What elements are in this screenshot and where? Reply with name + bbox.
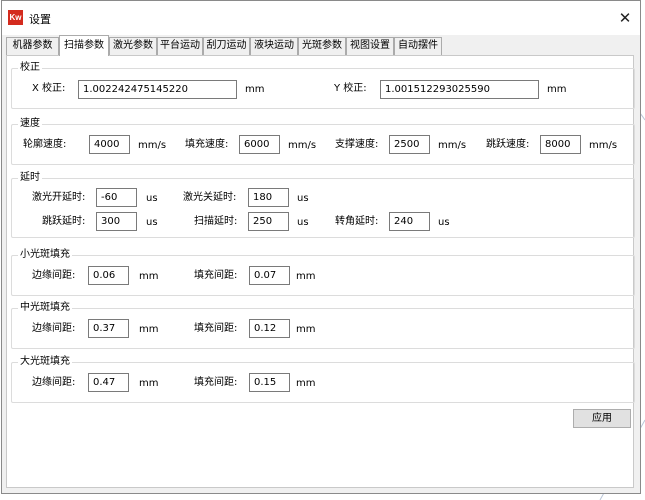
medium-edge-spacing-input[interactable] — [88, 319, 129, 338]
close-icon: ✕ — [618, 9, 632, 27]
medium-edge-spacing-label: 边缘间距: — [32, 323, 76, 334]
close-button[interactable]: ✕ — [612, 5, 638, 31]
y-calibration-unit: mm — [547, 84, 567, 95]
jump-speed-label: 跳跃速度: — [486, 139, 530, 150]
apply-button[interactable]: 应用 — [573, 409, 631, 428]
jump-speed-unit: mm/s — [589, 140, 618, 151]
window-title: 设置 — [29, 13, 51, 26]
settings-dialog: Kw 设置 ✕ 机器参数 扫描参数 激光参数 平台运动 刮刀运动 液块运动 光斑… — [1, 0, 641, 494]
calibration-group: 校正 X 校正: mm Y 校正: mm — [11, 62, 635, 109]
medium-fill-spacing-label: 填充间距: — [194, 323, 238, 334]
contour-speed-unit: mm/s — [138, 140, 167, 151]
large-fill-spacing-unit: mm — [296, 378, 316, 389]
tab-laser-params[interactable]: 激光参数 — [109, 37, 157, 55]
title-bar: Kw 设置 ✕ — [2, 1, 640, 35]
corner-delay-unit: us — [438, 217, 450, 228]
medium-fill-spacing-input[interactable] — [249, 319, 290, 338]
x-calibration-unit: mm — [245, 84, 265, 95]
scan-delay-unit: us — [297, 217, 309, 228]
tab-auto-placement[interactable]: 自动摆件 — [394, 37, 442, 55]
fill-speed-unit: mm/s — [288, 140, 317, 151]
tab-machine-params[interactable]: 机器参数 — [6, 37, 59, 55]
speed-group: 速度 轮廓速度: mm/s 填充速度: mm/s 支撑速度: mm/s 跳跃速度… — [11, 118, 635, 165]
delay-group-title: 延时 — [18, 172, 42, 184]
tab-scraper-motion[interactable]: 刮刀运动 — [203, 37, 250, 55]
scan-params-panel: 校正 X 校正: mm Y 校正: mm 速度 轮廓速度: mm/s 填充速度:… — [6, 55, 635, 488]
corner-delay-input[interactable] — [389, 212, 430, 231]
jump-delay-label: 跳跃延时: — [42, 216, 86, 227]
medium-fill-spacing-unit: mm — [296, 324, 316, 335]
small-edge-spacing-label: 边缘间距: — [32, 270, 76, 281]
support-speed-unit: mm/s — [438, 140, 467, 151]
tab-spot-params[interactable]: 光斑参数 — [298, 37, 346, 55]
laser-on-delay-input[interactable] — [96, 188, 137, 207]
large-edge-spacing-input[interactable] — [88, 373, 129, 392]
medium-edge-spacing-unit: mm — [139, 324, 159, 335]
y-calibration-label: Y 校正: — [334, 83, 367, 94]
large-edge-spacing-unit: mm — [139, 378, 159, 389]
jump-delay-input[interactable] — [96, 212, 137, 231]
scan-delay-label: 扫描延时: — [194, 216, 238, 227]
contour-speed-label: 轮廓速度: — [23, 139, 67, 150]
laser-on-delay-unit: us — [146, 193, 158, 204]
large-fill-spacing-label: 填充间距: — [194, 377, 238, 388]
large-spot-fill-group: 大光斑填充 边缘间距: mm 填充间距: mm — [11, 356, 635, 403]
large-spot-fill-title: 大光斑填充 — [18, 356, 72, 368]
small-fill-spacing-unit: mm — [296, 271, 316, 282]
laser-off-delay-input[interactable] — [248, 188, 289, 207]
x-calibration-input[interactable] — [78, 80, 237, 99]
app-logo-icon: Kw — [8, 10, 23, 25]
small-fill-spacing-input[interactable] — [249, 266, 290, 285]
calibration-group-title: 校正 — [18, 62, 42, 74]
small-spot-fill-title: 小光斑填充 — [18, 249, 72, 261]
corner-delay-label: 转角延时: — [335, 216, 379, 227]
fill-speed-label: 填充速度: — [185, 139, 229, 150]
fill-speed-input[interactable] — [239, 135, 280, 154]
laser-on-delay-label: 激光开延时: — [32, 192, 86, 203]
large-fill-spacing-input[interactable] — [249, 373, 290, 392]
large-edge-spacing-label: 边缘间距: — [32, 377, 76, 388]
speed-group-title: 速度 — [18, 118, 42, 130]
small-edge-spacing-unit: mm — [139, 271, 159, 282]
medium-spot-fill-group: 中光斑填充 边缘间距: mm 填充间距: mm — [11, 302, 635, 349]
small-fill-spacing-label: 填充间距: — [194, 270, 238, 281]
jump-delay-unit: us — [146, 217, 158, 228]
laser-off-delay-label: 激光关延时: — [183, 192, 237, 203]
tab-platform-motion[interactable]: 平台运动 — [157, 37, 203, 55]
delay-group: 延时 激光开延时: us 激光关延时: us 跳跃延时: us 扫描延时: us… — [11, 172, 635, 238]
tab-block-motion[interactable]: 液块运动 — [250, 37, 298, 55]
laser-off-delay-unit: us — [297, 193, 309, 204]
medium-spot-fill-title: 中光斑填充 — [18, 302, 72, 314]
tab-scan-params[interactable]: 扫描参数 — [59, 35, 109, 56]
contour-speed-input[interactable] — [89, 135, 130, 154]
support-speed-label: 支撑速度: — [335, 139, 379, 150]
jump-speed-input[interactable] — [540, 135, 581, 154]
small-spot-fill-group: 小光斑填充 边缘间距: mm 填充间距: mm — [11, 249, 635, 296]
small-edge-spacing-input[interactable] — [88, 266, 129, 285]
scan-delay-input[interactable] — [248, 212, 289, 231]
support-speed-input[interactable] — [389, 135, 430, 154]
x-calibration-label: X 校正: — [32, 83, 66, 94]
y-calibration-input[interactable] — [380, 80, 539, 99]
tab-view-settings[interactable]: 视图设置 — [346, 37, 394, 55]
